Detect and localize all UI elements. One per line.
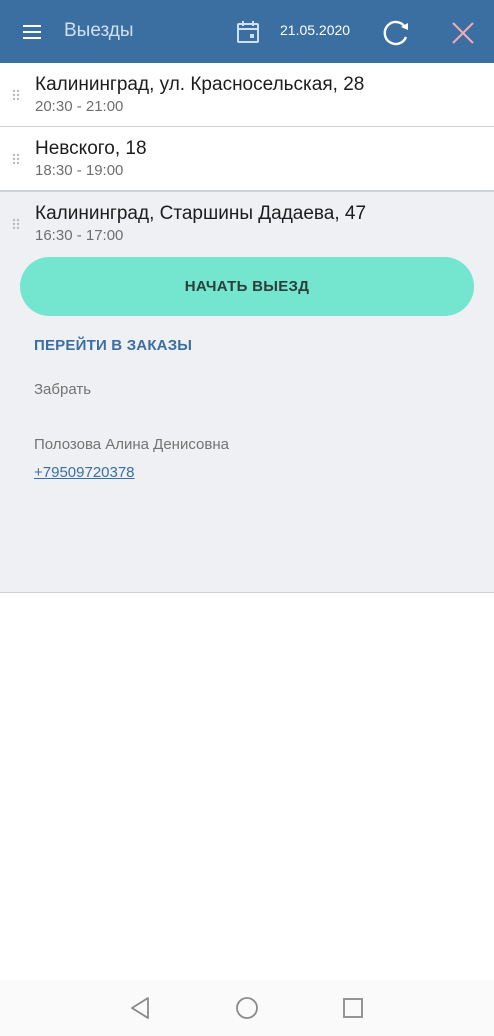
trip-time: 18:30 - 19:00: [35, 162, 124, 179]
start-trip-button[interactable]: НАЧАТЬ ВЫЕЗД: [20, 257, 474, 316]
close-icon: [452, 22, 474, 44]
back-icon[interactable]: [128, 996, 152, 1020]
refresh-icon: [383, 20, 408, 46]
close-button[interactable]: [446, 16, 480, 50]
home-icon[interactable]: [235, 996, 259, 1020]
drag-handle-icon[interactable]: [12, 218, 20, 232]
drag-handle-icon[interactable]: [12, 153, 20, 167]
drag-handle-icon[interactable]: [12, 89, 20, 103]
recent-apps-icon[interactable]: [341, 996, 365, 1020]
calendar-icon: [237, 21, 259, 43]
menu-button[interactable]: [18, 18, 46, 46]
app-screen: Выезды 21.05.2020 Калининград, ул. Красн…: [0, 0, 494, 1036]
refresh-button[interactable]: [379, 16, 413, 50]
goto-orders-link[interactable]: ПЕРЕЙТИ В ЗАКАЗЫ: [34, 337, 192, 354]
app-bar: Выезды 21.05.2020: [0, 0, 494, 63]
page-title: Выезды: [64, 20, 134, 41]
trip-address: Калининград, Старшины Дадаева, 47: [35, 203, 367, 224]
calendar-button[interactable]: [233, 17, 263, 47]
trips-list: Калининград, ул. Красносельская, 28 20:3…: [0, 63, 494, 593]
list-item[interactable]: Невского, 18 18:30 - 19:00: [0, 127, 494, 191]
selected-date[interactable]: 21.05.2020: [280, 22, 350, 38]
menu-icon: [23, 25, 41, 39]
customer-phone-link[interactable]: +79509720378: [34, 464, 135, 481]
trip-address: Калининград, ул. Красносельская, 28: [35, 74, 365, 95]
trip-time: 16:30 - 17:00: [35, 227, 124, 244]
trip-time: 20:30 - 21:00: [35, 98, 124, 115]
trip-address: Невского, 18: [35, 138, 147, 159]
list-item-expanded[interactable]: Калининград, Старшины Дадаева, 47 16:30 …: [0, 191, 494, 593]
system-nav-bar: [0, 980, 494, 1036]
customer-name: Полозова Алина Денисовна: [34, 436, 229, 453]
list-item[interactable]: Калининград, ул. Красносельская, 28 20:3…: [0, 63, 494, 127]
trip-action-type: Забрать: [34, 381, 92, 398]
